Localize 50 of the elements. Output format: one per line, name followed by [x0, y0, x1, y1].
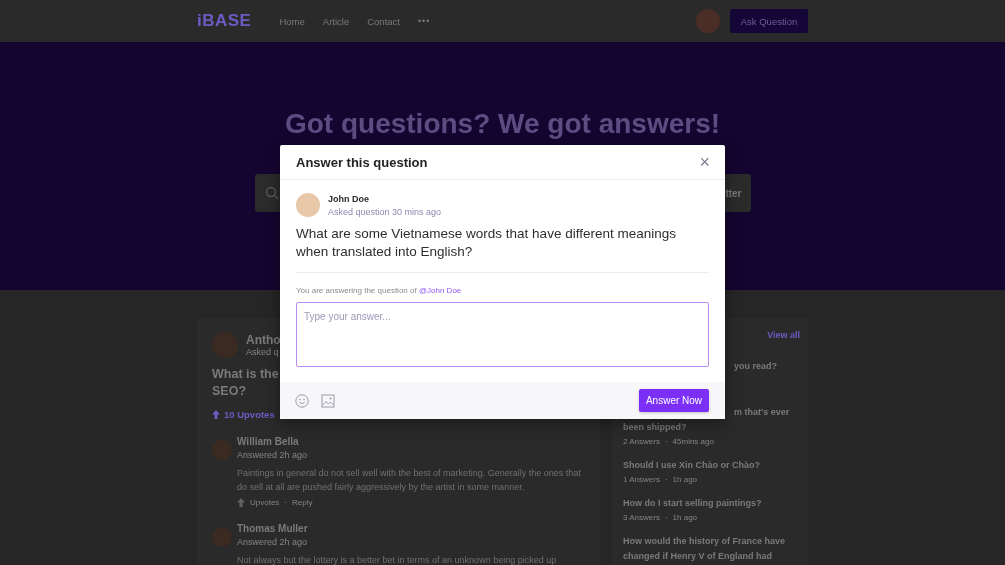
- question-link[interactable]: Should I use Xin Chào or Chào?: [623, 458, 800, 473]
- answer-text: Paintings in general do not sell well with the best of marketing. Generally the ones that do sell at all are pushed fairly aggressively by the artist in some manner.: [237, 467, 582, 494]
- filter-label[interactable]: tter: [725, 187, 743, 199]
- logo[interactable]: iBASE: [197, 11, 252, 31]
- upvote-icon: [237, 498, 245, 507]
- question-time: 1h ago: [672, 475, 698, 484]
- more-menu[interactable]: •••: [417, 16, 431, 26]
- answer-count: 3 Answers: [623, 513, 660, 522]
- answering-note: You are answering the question of @John Doe: [296, 286, 463, 295]
- question-time: 45mins ago: [672, 437, 714, 446]
- answer-now-button[interactable]: Answer Now: [639, 389, 709, 412]
- answer-meta: Answered 2h ago: [237, 537, 309, 547]
- question-meta: Asked question 30 mins ago: [328, 206, 442, 217]
- author-name: Antho: [246, 333, 281, 347]
- question-link[interactable]: How do I start selling paintings?: [623, 496, 800, 511]
- question-link[interactable]: changed if Henry V of England had: [623, 549, 800, 564]
- reply-link[interactable]: Reply: [292, 498, 313, 507]
- dialog-title: Answer this question: [296, 154, 428, 170]
- author-name: John Doe: [328, 193, 370, 204]
- search-icon: [264, 186, 279, 200]
- question-link[interactable]: How would the history of France have: [623, 534, 800, 549]
- upvote-count[interactable]: 10 Upvotes: [224, 409, 275, 420]
- nav-link[interactable]: Home: [279, 15, 305, 27]
- answer-meta: Answered 2h ago: [237, 450, 309, 460]
- image-icon[interactable]: [321, 393, 335, 408]
- author-link[interactable]: @John Doe: [418, 286, 462, 295]
- question-link[interactable]: been shipped?: [623, 420, 800, 435]
- separator-dot: ·: [284, 498, 288, 507]
- close-button[interactable]: ×: [695, 153, 714, 171]
- question-time: 1h ago: [672, 513, 698, 522]
- question-text: What are some Vietnamese words that have different meanings when translated into English?: [296, 225, 709, 273]
- answer-author: Thomas Muller: [237, 523, 309, 534]
- nav-link[interactable]: Article: [322, 15, 350, 27]
- answer-count: 2 Answers: [623, 437, 660, 446]
- upvote-link[interactable]: Upvotes: [250, 498, 280, 507]
- ask-question-button[interactable]: Ask Question: [730, 9, 808, 33]
- answer-count: 1 Answers: [623, 475, 660, 484]
- hero-title: Got questions? We got answers!: [284, 108, 721, 140]
- emoji-icon[interactable]: [295, 393, 309, 408]
- user-avatar[interactable]: [696, 9, 720, 33]
- author-avatar: [296, 193, 320, 217]
- question-title: What is the SEO?: [212, 366, 280, 400]
- answer-field[interactable]: Type your answer...: [296, 302, 709, 367]
- separator-dot: ·: [664, 475, 668, 484]
- question-meta: Asked q: [246, 347, 280, 357]
- upvote-icon: [212, 410, 220, 419]
- nav-link[interactable]: Contact: [367, 15, 400, 27]
- separator-dot: ·: [664, 513, 668, 522]
- separator-dot: ·: [664, 437, 668, 446]
- answer-author: William Bella: [237, 436, 300, 447]
